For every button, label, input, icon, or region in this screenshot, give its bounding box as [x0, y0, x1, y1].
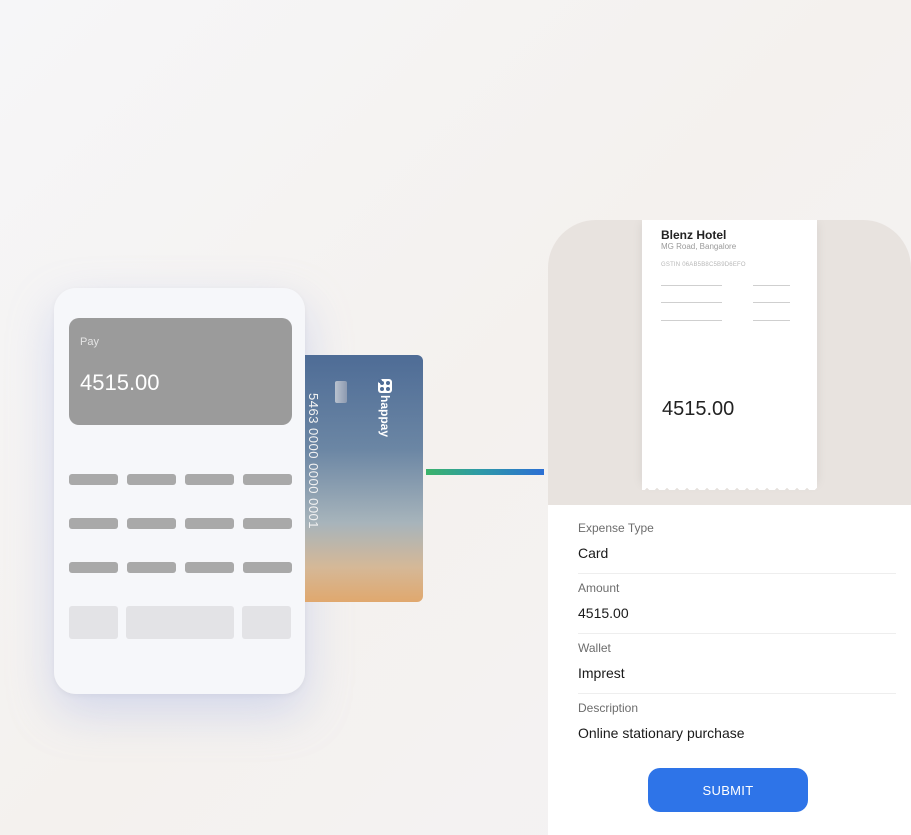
- description-value: Online stationary purchase: [578, 725, 745, 741]
- keypad-key: [243, 474, 292, 485]
- pay-amount: 4515.00: [80, 370, 160, 395]
- receipt-address: MG Road, Bangalore: [661, 242, 737, 251]
- keypad-key: [185, 562, 234, 573]
- receipt-line: [753, 320, 790, 321]
- keypad-key: [185, 474, 234, 485]
- field-label: Expense Type: [578, 521, 654, 535]
- amount-value: 4515.00: [578, 605, 629, 621]
- receipt-line: [661, 285, 722, 286]
- pay-label: Pay: [80, 336, 99, 348]
- description-field[interactable]: Description Online stationary purchase: [578, 693, 896, 753]
- expense-form: Expense Type Card Amount 4515.00 Wallet …: [548, 505, 911, 835]
- field-label: Amount: [578, 581, 620, 595]
- keypad-key: [127, 474, 176, 485]
- keypad-key: [243, 562, 292, 573]
- pos-terminal: Pay 4515.00: [54, 288, 305, 694]
- amount-field[interactable]: Amount 4515.00: [578, 573, 896, 634]
- receipt-line: [661, 320, 722, 321]
- expense-type-field[interactable]: Expense Type Card: [578, 513, 896, 574]
- receipt-gstin: GSTIN 06AB5B8C5B9D6EFO: [661, 262, 746, 268]
- receipt-merchant: Blenz Hotel: [661, 228, 727, 242]
- submit-button[interactable]: SUBMIT: [648, 768, 808, 812]
- keypad-key: [69, 518, 118, 529]
- keypad-key: [127, 518, 176, 529]
- keypad-key: [243, 518, 292, 529]
- card-brand-name: happay: [378, 395, 392, 438]
- terminal-screen: Pay 4515.00: [69, 318, 292, 425]
- connector-line: [426, 469, 544, 475]
- happay-logo-icon: [378, 379, 392, 393]
- wallet-field[interactable]: Wallet Imprest: [578, 633, 896, 694]
- expense-type-value: Card: [578, 545, 609, 561]
- field-label: Description: [578, 701, 639, 715]
- receipt-line: [753, 285, 790, 286]
- card-chip-icon: [335, 381, 347, 403]
- card-number: 5463 0000 0000 0001: [306, 393, 321, 530]
- keypad-key: [69, 474, 118, 485]
- payment-card: 5463 0000 0000 0001 happay: [305, 355, 423, 602]
- keypad-key-wide: [126, 606, 234, 639]
- keypad-key: [185, 518, 234, 529]
- receipt-amount: 4515.00: [662, 398, 735, 420]
- receipt: Blenz Hotel MG Road, Bangalore GSTIN 06A…: [642, 220, 817, 490]
- keypad-key-cancel: [69, 606, 118, 639]
- receipt-line: [661, 302, 722, 303]
- card-brand-logo: happay: [378, 379, 394, 437]
- field-label: Wallet: [578, 641, 611, 655]
- expense-app-panel: Blenz Hotel MG Road, Bangalore GSTIN 06A…: [548, 220, 911, 835]
- keypad-key: [69, 562, 118, 573]
- wallet-value: Imprest: [578, 665, 625, 681]
- keypad-key: [127, 562, 176, 573]
- keypad-key-enter: [242, 606, 291, 639]
- receipt-line: [753, 302, 790, 303]
